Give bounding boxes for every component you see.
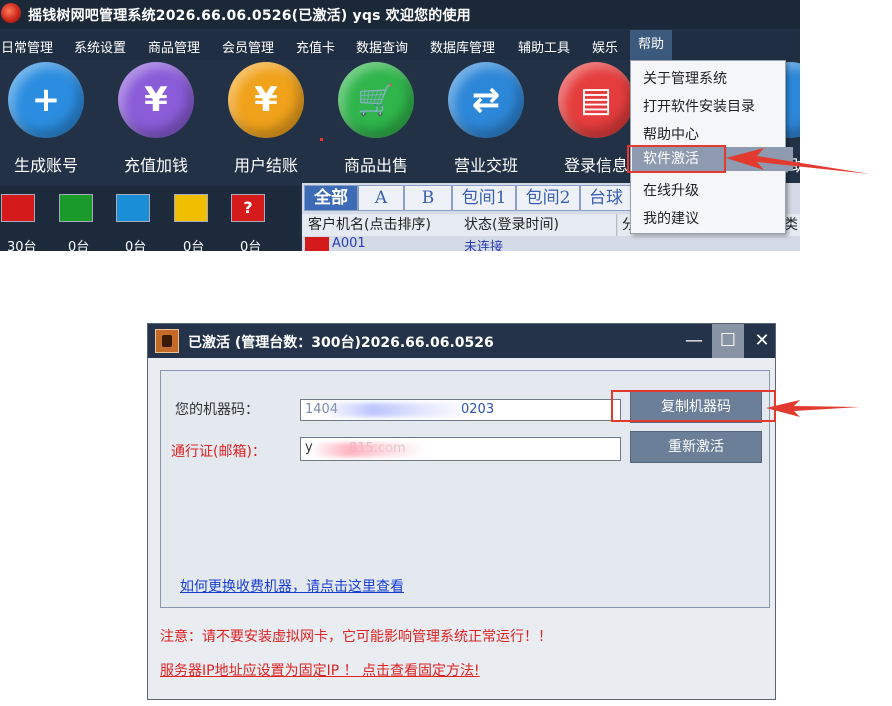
tool-sell-goods[interactable]: 🛒 商品出售 (331, 62, 421, 176)
menu-query[interactable]: 数据查询 (356, 37, 408, 56)
dialog-titlebar: 已激活 (管理台数：300台)2026.66.06.0526 — ☐ ✕ (148, 324, 775, 358)
client-status-cell: 未连接 (464, 240, 504, 251)
tab-room2[interactable]: 包间2 (516, 185, 580, 211)
main-window: 摇钱树网吧管理系统2026.66.06.0526(已激活) yqs 欢迎您的使用… (0, 0, 800, 251)
login-info-icon: ▤ (558, 62, 634, 138)
virtual-nic-warning: 注意：请不要安装虚拟网卡，它可能影响管理系统正常运行！！ (160, 629, 552, 645)
machine-code-label: 您的机器码： (175, 402, 259, 418)
dialog-app-icon (155, 329, 179, 353)
shift-handover-icon: ⇄ (448, 62, 524, 138)
server-ip-link[interactable]: 服务器IP地址应设置为固定IP ！ 点击查看固定方法! (160, 660, 480, 680)
shopping-cart-icon: 🛒 (338, 62, 414, 138)
main-window-title: 摇钱树网吧管理系统2026.66.06.0526(已激活) yqs 欢迎您的使用 (28, 8, 471, 24)
highlight-frame (611, 390, 776, 422)
menu-tools[interactable]: 辅助工具 (518, 37, 570, 56)
menu-settings[interactable]: 系统设置 (74, 37, 126, 56)
pass-email-field[interactable]: y 815.com (300, 437, 621, 461)
monitor-red-icon[interactable] (1, 194, 35, 222)
menu-entertain[interactable]: 娱乐 (592, 37, 618, 56)
menu-item-upgrade[interactable]: 在线升级 (643, 180, 699, 200)
add-user-icon: + (8, 62, 84, 138)
menu-item-suggestion[interactable]: 我的建议 (643, 208, 699, 228)
menu-database[interactable]: 数据库管理 (430, 37, 495, 56)
menu-bar: 日常管理 系统设置 商品管理 会员管理 充值卡 数据查询 数据库管理 辅助工具 … (0, 30, 800, 60)
tab-room1[interactable]: 包间1 (452, 185, 516, 211)
tool-recharge[interactable]: ¥ 充值加钱 (111, 62, 201, 176)
monitor-green-icon[interactable] (59, 194, 93, 222)
status-count: 0台 (183, 240, 205, 251)
client-status-icon (305, 237, 329, 251)
checkout-screen-icon: ¥ (228, 62, 304, 138)
close-button[interactable]: ✕ (746, 324, 778, 358)
redaction-blur (323, 403, 473, 417)
column-status[interactable]: 状态(登录时间) (460, 214, 617, 236)
status-count: 0台 (240, 240, 262, 251)
tool-label: 用户结账 (233, 156, 298, 175)
yen-coin-icon: ¥ (118, 62, 194, 138)
tool-label: 营业交班 (453, 156, 518, 175)
reactivate-button[interactable]: 重新激活 (630, 431, 762, 463)
tool-label: 生成账号 (13, 156, 78, 175)
pointer-arrow-icon (766, 400, 860, 417)
activation-dialog: 已激活 (管理台数：300台)2026.66.06.0526 — ☐ ✕ 您的机… (147, 323, 776, 700)
tab-a[interactable]: A (358, 185, 404, 211)
column-client-name[interactable]: 客户机名(点击排序) (302, 214, 461, 236)
status-panel: ? 30台 0台 0台 0台 0台 (0, 186, 300, 251)
tool-label: 商品出售 (343, 156, 408, 175)
monitor-question-icon[interactable]: ? (231, 194, 265, 222)
menu-item-about[interactable]: 关于管理系统 (643, 68, 727, 88)
highlight-frame (627, 145, 726, 173)
menu-daily[interactable]: 日常管理 (1, 37, 53, 56)
pass-label: 通行证(邮箱)： (171, 444, 266, 460)
status-count: 0台 (68, 240, 90, 251)
change-machine-help-link[interactable]: 如何更换收费机器，请点击这里查看 (180, 576, 404, 596)
dialog-title: 已激活 (管理台数：300台)2026.66.06.0526 (188, 335, 494, 351)
tool-create-account[interactable]: + 生成账号 (1, 62, 91, 176)
tool-label: 充值加钱 (123, 156, 188, 175)
menu-members[interactable]: 会员管理 (222, 37, 274, 56)
tab-b[interactable]: B (404, 185, 452, 211)
tool-shift[interactable]: ⇄ 营业交班 (441, 62, 531, 176)
client-name-cell[interactable]: A001 (332, 236, 366, 251)
menu-help[interactable]: 帮助 (630, 30, 673, 60)
menu-cards[interactable]: 充值卡 (296, 37, 335, 56)
status-count: 0台 (125, 240, 147, 251)
tab-all[interactable]: 全部 (304, 185, 358, 211)
maximize-button[interactable]: ☐ (712, 324, 744, 358)
menu-goods[interactable]: 商品管理 (148, 37, 200, 56)
menu-item-help-center[interactable]: 帮助中心 (643, 124, 699, 144)
pointer-arrow-icon (726, 148, 870, 174)
menu-item-open-dir[interactable]: 打开软件安装目录 (643, 96, 755, 116)
app-logo-icon (1, 3, 21, 23)
tab-billiards[interactable]: 台球 (580, 185, 632, 211)
tool-checkout[interactable]: ¥ 用户结账 (221, 62, 311, 176)
redaction-blur (311, 443, 426, 457)
indicator-dot (320, 138, 323, 141)
monitor-blue-icon[interactable] (116, 194, 150, 222)
main-titlebar: 摇钱树网吧管理系统2026.66.06.0526(已激活) yqs 欢迎您的使用 (0, 0, 800, 29)
machine-code-field[interactable]: 1404 0203 (300, 399, 621, 421)
monitor-yellow-icon[interactable] (174, 194, 208, 222)
status-count: 30台 (7, 240, 37, 251)
minimize-button[interactable]: — (678, 324, 710, 358)
